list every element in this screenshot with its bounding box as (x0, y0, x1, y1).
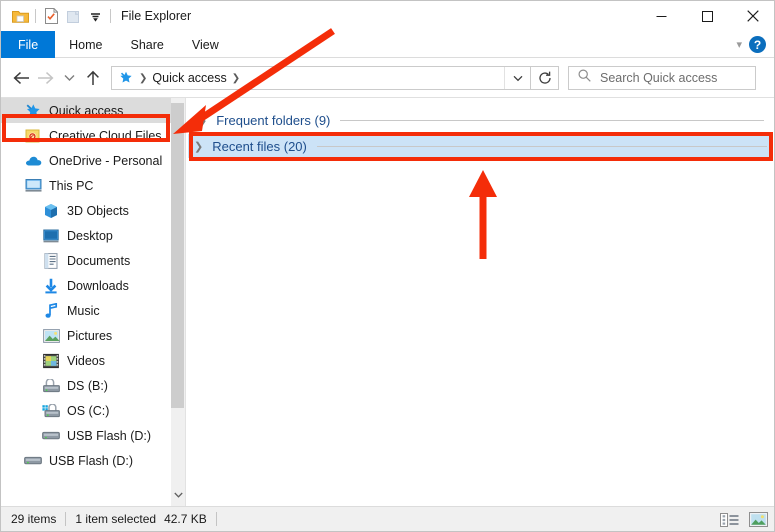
annotation-arrows (173, 28, 497, 259)
arrow-to-quick-access (173, 28, 335, 134)
arrow-to-recent-files (469, 170, 497, 259)
file-explorer-window: File Explorer File Home Share View ▾ ? ❯… (0, 0, 775, 532)
